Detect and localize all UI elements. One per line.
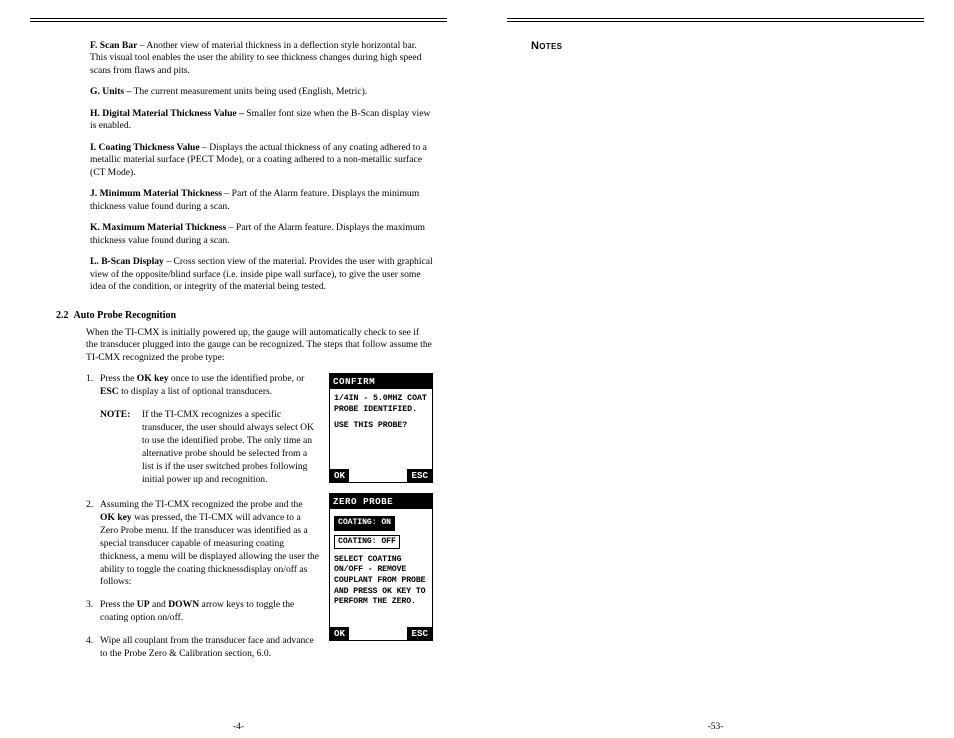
- header-rule: [507, 18, 924, 22]
- coating-on-option[interactable]: COATING: ON: [334, 516, 395, 530]
- definition-item: I. Coating Thickness Value – Displays th…: [90, 142, 433, 179]
- definition-lead: H. Digital Material Thickness Value –: [90, 108, 244, 119]
- device-body: COATING: ON COATING: OFF SELECT COATING …: [330, 509, 432, 627]
- section-intro: When the TI-CMX is initially powered up,…: [86, 327, 433, 366]
- device-screens-column: CONFIRM 1/4IN - 5.0MHZ COATPROBE IDENTIF…: [329, 373, 433, 671]
- note-block: NOTE: If the TI-CMX recognizes a specifi…: [100, 409, 319, 487]
- device-footer: OK ESC: [330, 469, 432, 482]
- definition-item: J. Minimum Material Thickness – Part of …: [90, 188, 433, 213]
- note-body: If the TI-CMX recognizes a specific tran…: [142, 409, 319, 487]
- up-key-label: UP: [137, 599, 150, 610]
- steps-column: 1. Press the OK key once to use the iden…: [86, 373, 319, 671]
- definition-item: L. B-Scan Display – Cross section view o…: [90, 256, 433, 293]
- ok-button[interactable]: OK: [330, 627, 349, 640]
- definition-item: G. Units – The current measurement units…: [90, 86, 433, 98]
- definition-lead: I. Coating Thickness Value: [90, 142, 200, 153]
- step-2: 2. Assuming the TI-CMX recognized the pr…: [86, 499, 319, 590]
- device-instruction: SELECT COATING ON/OFF - REMOVE COUPLANT …: [334, 555, 428, 608]
- ok-button[interactable]: OK: [330, 469, 349, 482]
- esc-key-label: ESC: [100, 386, 119, 397]
- definition-lead: K. Maximum Material Thickness: [90, 222, 226, 233]
- notes-heading: Notes: [531, 40, 924, 52]
- note-label: NOTE:: [100, 409, 140, 422]
- device-footer: OK ESC: [330, 627, 432, 640]
- device-title: CONFIRM: [330, 374, 432, 389]
- device-body: 1/4IN - 5.0MHZ COATPROBE IDENTIFIED. USE…: [330, 389, 432, 469]
- page-left: F. Scan Bar – Another view of material t…: [0, 0, 477, 738]
- ok-key-label: OK key: [137, 373, 169, 384]
- section-heading: 2.2 Auto Probe Recognition: [56, 310, 447, 321]
- page-number: -53-: [708, 722, 724, 732]
- step-4: 4. Wipe all couplant from the transducer…: [86, 635, 319, 661]
- definition-item: K. Maximum Material Thickness – Part of …: [90, 222, 433, 247]
- device-screen-confirm: CONFIRM 1/4IN - 5.0MHZ COATPROBE IDENTIF…: [329, 373, 433, 483]
- definition-lead: G. Units –: [90, 86, 131, 97]
- down-key-label: DOWN: [168, 599, 199, 610]
- ok-key-label: OK key: [100, 512, 132, 523]
- definition-lead: L. B-Scan Display: [90, 256, 164, 267]
- definition-lead: J. Minimum Material Thickness: [90, 188, 222, 199]
- esc-button[interactable]: ESC: [407, 627, 432, 640]
- step-3: 3. Press the UP and DOWN arrow keys to t…: [86, 599, 319, 625]
- device-title: ZERO PROBE: [330, 494, 432, 509]
- step-1: 1. Press the OK key once to use the iden…: [86, 373, 319, 399]
- device-screen-zero-probe: ZERO PROBE COATING: ON COATING: OFF SELE…: [329, 493, 433, 641]
- page-right: Notes -53-: [477, 0, 954, 738]
- definition-item: F. Scan Bar – Another view of material t…: [90, 40, 433, 77]
- esc-button[interactable]: ESC: [407, 469, 432, 482]
- definitions-list: F. Scan Bar – Another view of material t…: [30, 40, 447, 294]
- header-rule: [30, 18, 447, 22]
- definition-item: H. Digital Material Thickness Value – Sm…: [90, 108, 433, 133]
- page-number: -4-: [233, 722, 244, 732]
- section-number: 2.2: [56, 310, 69, 321]
- definition-lead: F. Scan Bar: [90, 40, 137, 51]
- coating-off-option[interactable]: COATING: OFF: [334, 535, 400, 549]
- two-column-area: 1. Press the OK key once to use the iden…: [86, 373, 433, 671]
- section-title: Auto Probe Recognition: [74, 310, 177, 321]
